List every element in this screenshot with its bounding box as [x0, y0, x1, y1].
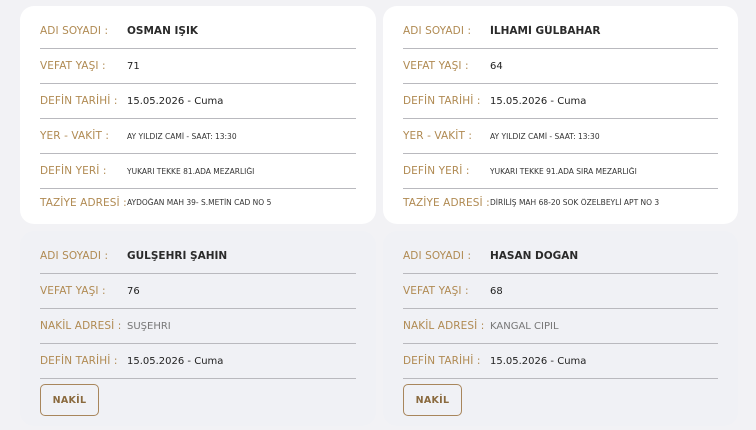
name-row: ADI SOYADI : GÜLŞEHRİ ŞAHİN	[40, 231, 356, 274]
time-label: YER - VAKİT :	[40, 130, 110, 142]
age-row: VEFAT YAŞI : 71	[40, 49, 356, 84]
age-label: VEFAT YAŞI :	[403, 285, 469, 297]
date-value: 15.05.2026 - Cuma	[127, 95, 224, 107]
name-label: ADI SOYADI :	[40, 250, 109, 262]
nakil-button[interactable]: NAKİL	[403, 384, 462, 416]
time-row: YER - VAKİT : AY YILDIZ CAMİ - SAAT: 13:…	[403, 119, 718, 154]
date-row: DEFİN TARİHİ : 15.05.2026 - Cuma	[40, 84, 356, 119]
place-label: DEFİN YERİ :	[403, 165, 470, 177]
age-value: 68	[490, 285, 503, 297]
age-row: VEFAT YAŞI : 64	[403, 49, 718, 84]
name-row: ADI SOYADI : HASAN DOĞAN	[403, 231, 718, 274]
date-row: DEFİN TARİHİ : 15.05.2026 - Cuma	[403, 84, 718, 119]
funeral-card-3: ADI SOYADI : GÜLŞEHRİ ŞAHİN VEFAT YAŞI :…	[20, 231, 376, 426]
condolence-label: TAZİYE ADRESİ :	[403, 196, 490, 209]
date-label: DEFİN TARİHİ :	[403, 355, 481, 367]
time-value: AY YILDIZ CAMİ - SAAT: 13:30	[127, 131, 237, 141]
name-row: ADI SOYADI : OSMAN IŞIK	[40, 6, 356, 49]
time-label: YER - VAKİT :	[403, 130, 473, 142]
age-value: 64	[490, 60, 503, 72]
age-row: VEFAT YAŞI : 68	[403, 274, 718, 309]
transfer-label: NAKİL ADRESİ :	[403, 320, 485, 332]
date-value: 15.05.2026 - Cuma	[127, 355, 224, 367]
funeral-card-1: ADI SOYADI : OSMAN IŞIK VEFAT YAŞI : 71 …	[20, 6, 376, 224]
name-label: ADI SOYADI :	[403, 250, 472, 262]
transfer-row: NAKİL ADRESİ : KANGAL CİPİL	[403, 309, 718, 344]
condolence-row: TAZİYE ADRESİ : AYDOĞAN MAH 39- S.METİN …	[40, 189, 356, 216]
date-row: DEFİN TARİHİ : 15.05.2026 - Cuma	[40, 344, 356, 379]
name-value: HASAN DOĞAN	[490, 250, 579, 262]
transfer-label: NAKİL ADRESİ :	[40, 320, 122, 332]
transfer-value: KANGAL CİPİL	[490, 320, 559, 332]
condolence-value: DİRİLİŞ MAH 68-20 SOK ÖZELBEYLİ APT NO 3	[490, 198, 660, 207]
condolence-label: TAZİYE ADRESİ :	[40, 196, 127, 209]
place-value: YUKARI TEKKE 81.ADA MEZARLIĞI	[127, 166, 255, 176]
place-row: DEFİN YERİ : YUKARI TEKKE 91.ADA SIRA ME…	[403, 154, 718, 189]
date-row: DEFİN TARİHİ : 15.05.2026 - Cuma	[403, 344, 718, 379]
condolence-value: AYDOĞAN MAH 39- S.METİN CAD NO 5	[127, 198, 272, 207]
age-label: VEFAT YAŞI :	[403, 60, 469, 72]
funeral-card-4: ADI SOYADI : HASAN DOĞAN VEFAT YAŞI : 68…	[383, 231, 738, 426]
date-label: DEFİN TARİHİ :	[40, 355, 118, 367]
age-value: 71	[127, 60, 140, 72]
date-value: 15.05.2026 - Cuma	[490, 95, 587, 107]
funeral-card-2: ADI SOYADI : İLHAMİ GÜLBAHAR VEFAT YAŞI …	[383, 6, 738, 224]
name-value: İLHAMİ GÜLBAHAR	[490, 25, 601, 37]
time-row: YER - VAKİT : AY YILDIZ CAMİ - SAAT: 13:…	[40, 119, 356, 154]
age-label: VEFAT YAŞI :	[40, 60, 106, 72]
name-value: OSMAN IŞIK	[127, 25, 199, 37]
nakil-button[interactable]: NAKİL	[40, 384, 99, 416]
age-value: 76	[127, 285, 140, 297]
place-row: DEFİN YERİ : YUKARI TEKKE 81.ADA MEZARLI…	[40, 154, 356, 189]
name-label: ADI SOYADI :	[403, 25, 472, 37]
age-label: VEFAT YAŞI :	[40, 285, 106, 297]
transfer-value: SUŞEHRİ	[127, 320, 171, 332]
name-label: ADI SOYADI :	[40, 25, 109, 37]
date-label: DEFİN TARİHİ :	[403, 95, 481, 107]
condolence-row: TAZİYE ADRESİ : DİRİLİŞ MAH 68-20 SOK ÖZ…	[403, 189, 718, 216]
date-label: DEFİN TARİHİ :	[40, 95, 118, 107]
name-value: GÜLŞEHRİ ŞAHİN	[127, 250, 228, 262]
date-value: 15.05.2026 - Cuma	[490, 355, 587, 367]
age-row: VEFAT YAŞI : 76	[40, 274, 356, 309]
time-value: AY YILDIZ CAMİ - SAAT: 13:30	[490, 131, 600, 141]
place-label: DEFİN YERİ :	[40, 165, 107, 177]
transfer-row: NAKİL ADRESİ : SUŞEHRİ	[40, 309, 356, 344]
place-value: YUKARI TEKKE 91.ADA SIRA MEZARLIĞI	[490, 166, 637, 176]
name-row: ADI SOYADI : İLHAMİ GÜLBAHAR	[403, 6, 718, 49]
